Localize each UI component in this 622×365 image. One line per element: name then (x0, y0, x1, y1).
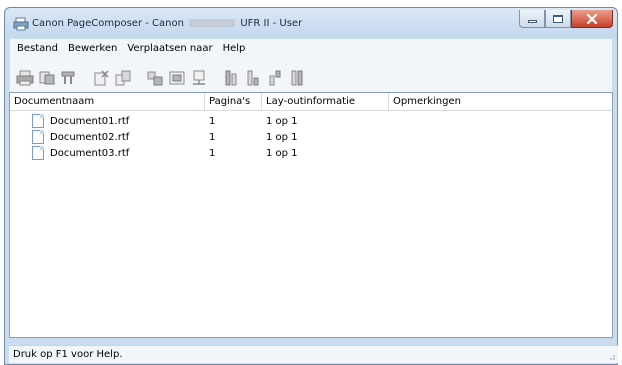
document-name-cell: Document02.rtf (10, 130, 205, 144)
print-icon (16, 70, 34, 86)
menu-verplaatsen-naar[interactable]: Verplaatsen naar (122, 43, 217, 54)
status-bar: Druk op F1 voor Help. (9, 345, 618, 363)
column-documentnaam[interactable]: Documentnaam (10, 93, 205, 111)
list-column-header: Documentnaam Pagina's Lay-outinformatie … (10, 93, 612, 111)
page-setup-icon (193, 70, 205, 85)
column-lay-outinformatie[interactable]: Lay-outinformatie (262, 93, 389, 111)
duplicate-icon (115, 70, 131, 86)
document-layout: 1 op 1 (266, 115, 298, 127)
window-title: Canon PageComposer - Canon UFR II - User (32, 18, 302, 29)
duplicate-button[interactable] (112, 67, 134, 89)
move-to-bottom-button[interactable] (286, 67, 308, 89)
window-controls (519, 10, 613, 28)
document-name: Document02.rtf (50, 131, 130, 143)
list-rows: Document01.rtf 1 1 op 1 Document02.rtf 1… (10, 113, 612, 161)
move-down-button[interactable] (242, 67, 264, 89)
window-title-suffix: UFR II - User (240, 18, 303, 29)
menu-bestand[interactable]: Bestand (12, 43, 63, 54)
split-button[interactable] (166, 67, 188, 89)
document-name: Document01.rtf (50, 115, 130, 127)
document-layout: 1 op 1 (266, 131, 298, 143)
delete-icon (94, 70, 109, 86)
printer-app-icon (13, 17, 29, 31)
minimize-icon (527, 19, 537, 23)
menu-bewerken[interactable]: Bewerken (63, 43, 122, 54)
properties-icon (61, 71, 75, 84)
move-to-top-icon (225, 70, 237, 86)
properties-button[interactable] (58, 67, 80, 89)
move-up-button[interactable] (264, 67, 286, 89)
column-opmerkingen[interactable]: Opmerkingen (389, 93, 603, 111)
status-text: Druk op F1 voor Help. (13, 349, 123, 360)
minimize-button[interactable] (519, 10, 545, 28)
move-down-icon (247, 70, 259, 86)
document-name: Document03.rtf (50, 147, 130, 159)
combine-button[interactable] (144, 67, 166, 89)
column-paginas[interactable]: Pagina's (205, 93, 262, 111)
delete-button[interactable] (90, 67, 112, 89)
document-icon (32, 146, 44, 160)
maximize-button[interactable] (545, 10, 571, 28)
list-item[interactable]: Document03.rtf 1 1 op 1 (10, 145, 612, 161)
close-button[interactable] (571, 10, 613, 28)
move-to-bottom-icon (291, 70, 303, 86)
redacted-model (189, 19, 236, 27)
document-icon (32, 130, 44, 144)
menu-bar: Bestand Bewerken Verplaatsen naar Help (10, 39, 612, 57)
document-icon (32, 114, 44, 128)
resize-grip-icon[interactable] (606, 351, 616, 361)
split-icon (169, 71, 185, 85)
maximize-icon (553, 14, 563, 23)
document-pages: 1 (209, 115, 216, 127)
document-list[interactable]: Documentnaam Pagina's Lay-outinformatie … (9, 92, 613, 338)
title-bar[interactable]: Canon PageComposer - Canon UFR II - User (5, 8, 617, 38)
print-preview-icon (39, 71, 55, 85)
document-name-cell: Document03.rtf (10, 146, 205, 160)
menu-help[interactable]: Help (218, 43, 251, 54)
print-preview-button[interactable] (36, 67, 58, 89)
move-up-icon (269, 70, 281, 86)
document-pages: 1 (209, 131, 216, 143)
move-to-top-button[interactable] (220, 67, 242, 89)
close-icon (586, 13, 598, 24)
list-item[interactable]: Document01.rtf 1 1 op 1 (10, 113, 612, 129)
document-name-cell: Document01.rtf (10, 114, 205, 128)
window-title-prefix: Canon PageComposer - Canon (32, 18, 184, 29)
combine-icon (147, 71, 163, 86)
document-pages: 1 (209, 147, 216, 159)
page-setup-button[interactable] (188, 67, 210, 89)
document-layout: 1 op 1 (266, 147, 298, 159)
print-button[interactable] (14, 67, 36, 89)
list-item[interactable]: Document02.rtf 1 1 op 1 (10, 129, 612, 145)
